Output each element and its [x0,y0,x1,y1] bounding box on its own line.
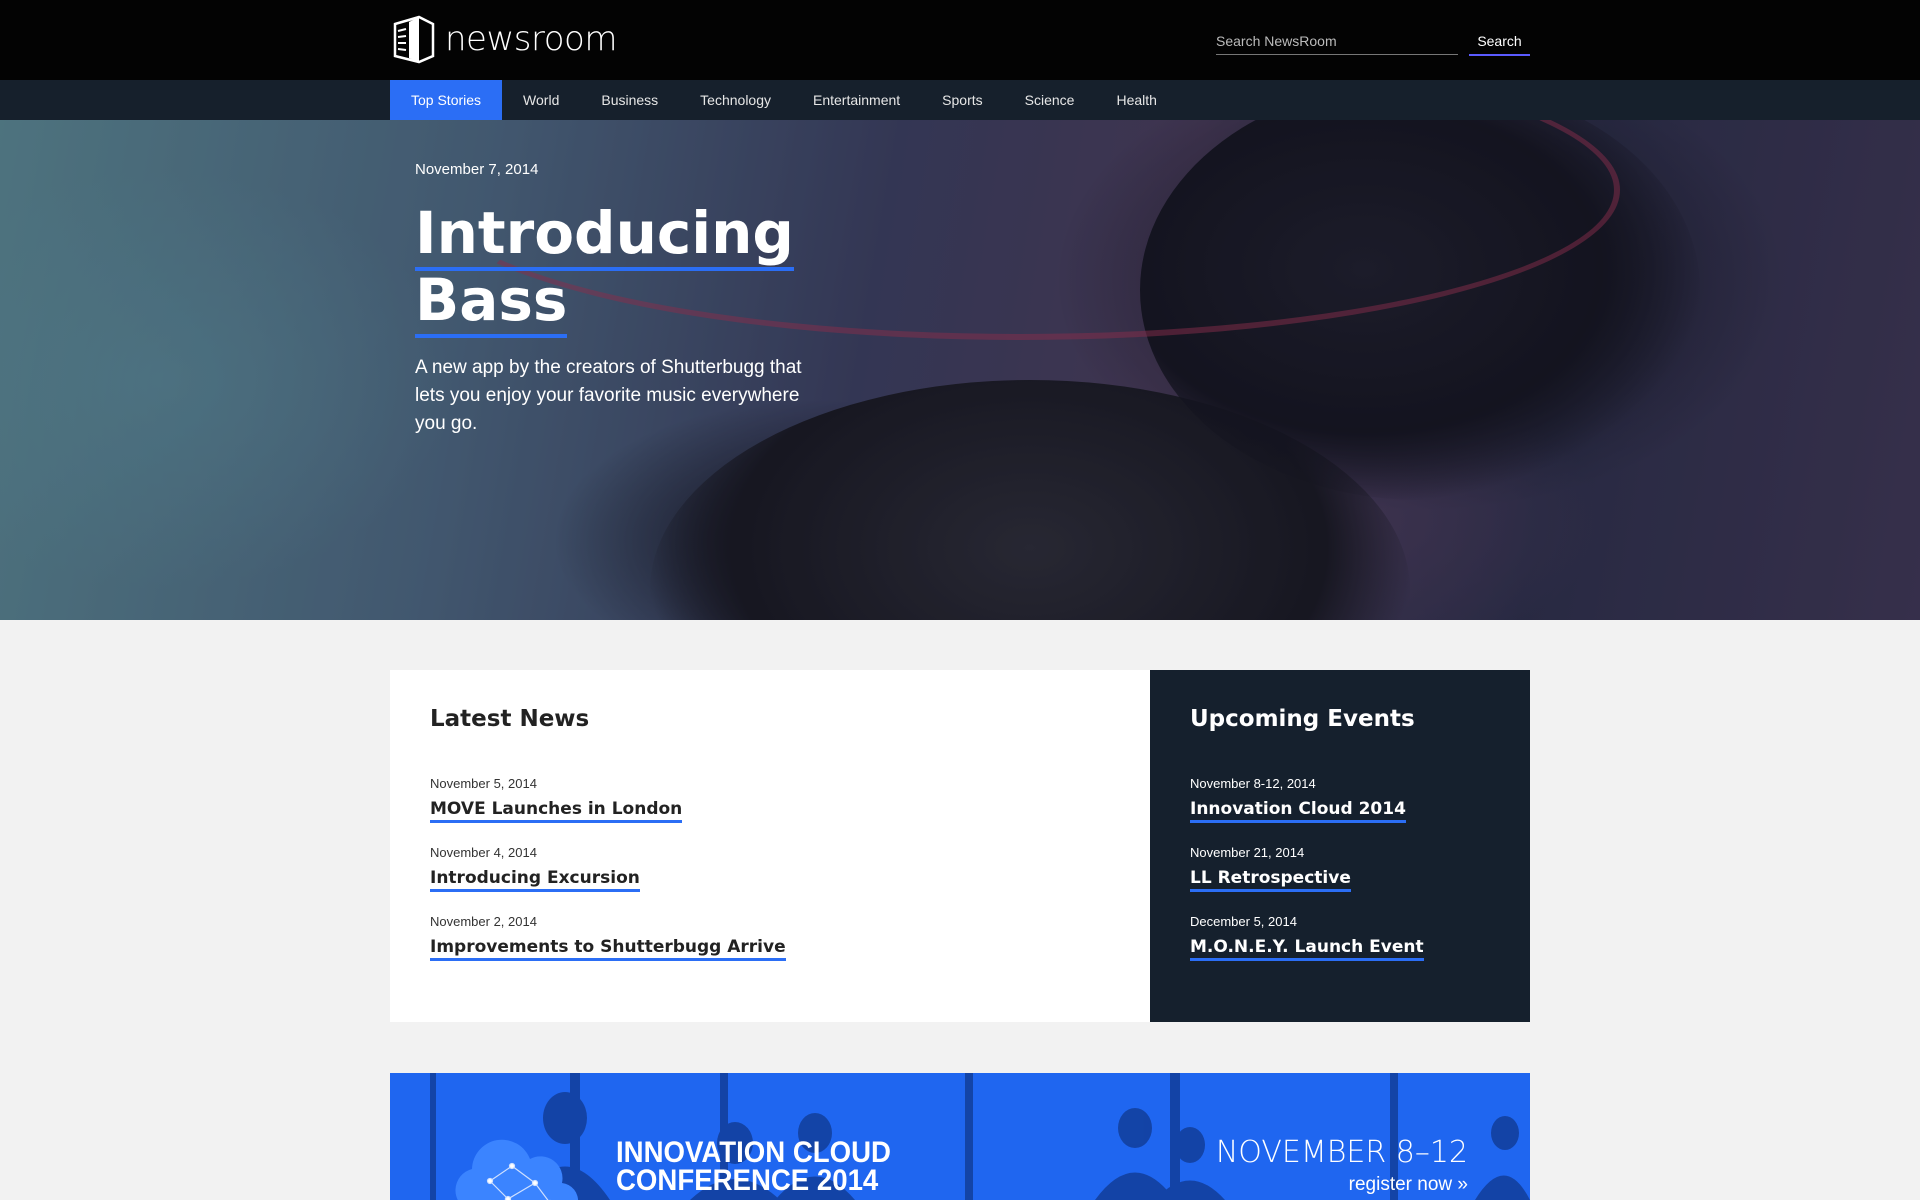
event-item-date: November 8-12, 2014 [1190,776,1316,791]
search-input[interactable] [1216,28,1458,55]
search-button[interactable]: Search [1469,28,1530,56]
news-item-link[interactable]: MOVE Launches in London [430,798,683,823]
event-item-link[interactable]: M.O.N.E.Y. Launch Event [1190,936,1424,961]
cloud-network-icon [455,1139,579,1200]
event-item-date: November 21, 2014 [1190,845,1305,860]
conference-banner[interactable]: INNOVATION CLOUD CONFERENCE 2014 NOVEMBE… [390,1073,1530,1200]
latest-news-panel: Latest News November 5, 2014 MOVE Launch… [390,670,1150,1022]
newsroom-logo-icon [393,15,435,64]
hero-date: November 7, 2014 [415,161,539,178]
hero-title-line1[interactable]: Introducing [415,199,794,271]
nav-item-world[interactable]: World [502,80,580,120]
register-now-link[interactable]: register now » [1349,1174,1468,1196]
event-item-link[interactable]: LL Retrospective [1190,867,1351,892]
news-item: November 5, 2014 MOVE Launches in London [430,776,786,845]
logo-text: newsroom [445,19,617,59]
news-item-date: November 5, 2014 [430,776,537,791]
logo[interactable]: newsroom [389,14,617,64]
news-item-date: November 4, 2014 [430,845,537,860]
upcoming-events-heading: Upcoming Events [1190,706,1415,732]
news-item-date: November 2, 2014 [430,914,537,929]
event-item: December 5, 2014 M.O.N.E.Y. Launch Event [1190,914,1424,983]
event-item: November 21, 2014 LL Retrospective [1190,845,1424,914]
nav-item-top-stories[interactable]: Top Stories [390,80,503,120]
nav-item-business[interactable]: Business [580,80,679,120]
hero-overlay [0,120,1920,620]
news-item: November 4, 2014 Introducing Excursion [430,845,786,914]
category-nav: Top Stories World Business Technology En… [0,80,1920,120]
banner-title: INNOVATION CLOUD CONFERENCE 2014 [616,1136,891,1197]
nav-item-technology[interactable]: Technology [679,80,792,120]
news-item: November 2, 2014 Improvements to Shutter… [430,914,786,983]
hero-title-line2[interactable]: Bass [415,266,568,338]
event-item-date: December 5, 2014 [1190,914,1297,929]
nav-item-entertainment[interactable]: Entertainment [792,80,921,120]
news-item-link[interactable]: Improvements to Shutterbugg Arrive [430,936,786,961]
hero-subtitle: A new app by the creators of Shutterbugg… [415,357,802,434]
event-item: November 8-12, 2014 Innovation Cloud 201… [1190,776,1424,845]
latest-news-heading: Latest News [430,706,590,732]
news-item-link[interactable]: Introducing Excursion [430,867,640,892]
event-item-link[interactable]: Innovation Cloud 2014 [1190,798,1406,823]
top-header: newsroom Search [0,0,1920,80]
nav-item-science[interactable]: Science [1004,80,1096,120]
nav-item-sports[interactable]: Sports [921,80,1003,120]
banner-dates: NOVEMBER 8–12 [1215,1135,1468,1170]
nav-item-health[interactable]: Health [1095,80,1177,120]
upcoming-events-panel: Upcoming Events November 8-12, 2014 Inno… [1150,670,1530,1022]
hero-title[interactable]: Introducing Bass [415,199,835,338]
hero-banner[interactable]: November 7, 2014 Introducing Bass A new … [0,120,1920,620]
